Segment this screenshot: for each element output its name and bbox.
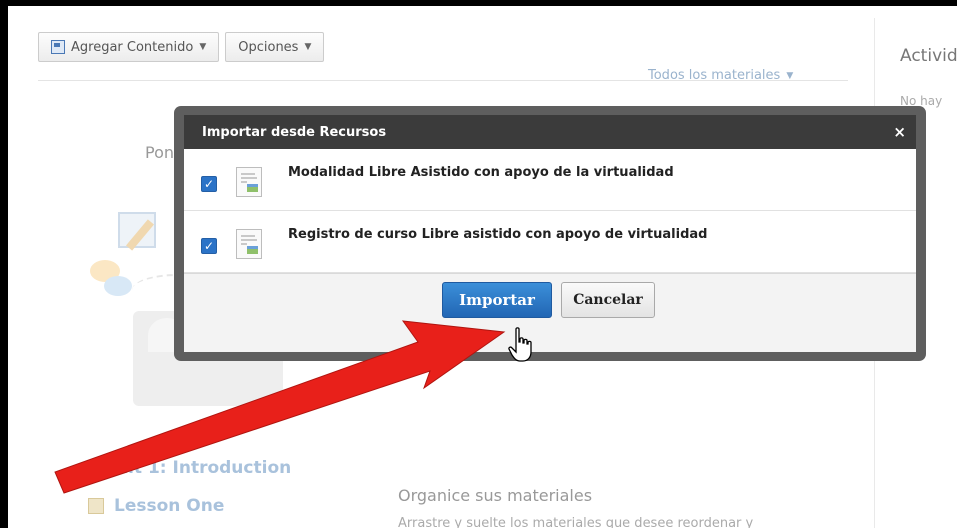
hand-cursor-icon [508,327,532,362]
red-arrow-icon [54,320,506,494]
